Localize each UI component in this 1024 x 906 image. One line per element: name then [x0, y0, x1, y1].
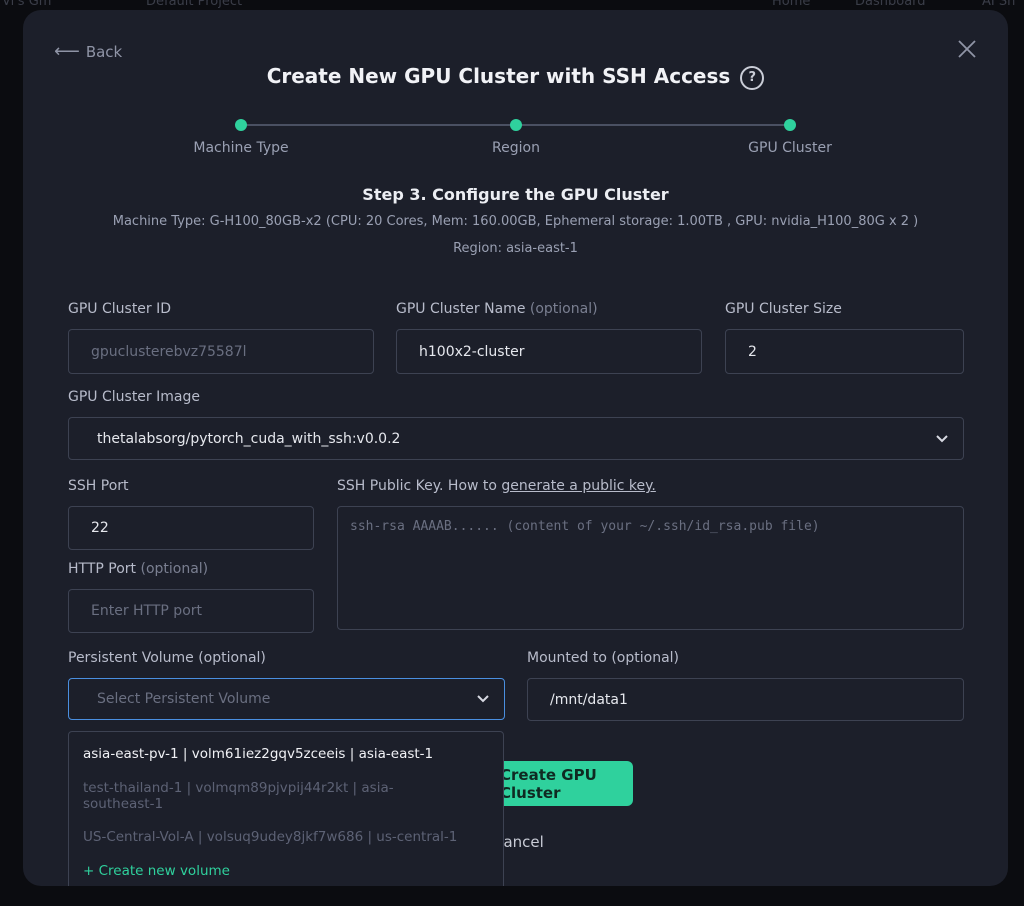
persistent-volume-placeholder: Select Persistent Volume [97, 691, 271, 707]
step-dot-machine-type [235, 119, 247, 131]
modal-title-text: Create New GPU Cluster with SSH Access [266, 64, 731, 88]
volume-option[interactable]: test-thailand-1 | volmqm89pjvpij44r2kt |… [83, 780, 423, 812]
cluster-name-input[interactable]: h100x2-cluster [396, 329, 702, 374]
step-label-gpu-cluster: GPU Cluster [748, 140, 832, 156]
bg-nav-project: Default Project [146, 0, 243, 9]
cluster-image-value: thetalabsorg/pytorch_cuda_with_ssh:v0.0.… [97, 430, 401, 447]
cluster-name-label-text: GPU Cluster Name [396, 301, 526, 317]
cluster-name-optional: (optional) [529, 301, 598, 317]
step-dot-gpu-cluster [784, 119, 796, 131]
cluster-name-label: GPU Cluster Name (optional) [396, 301, 598, 317]
bg-nav-link-dashboard: Dashboard [855, 0, 926, 9]
close-icon[interactable] [956, 38, 978, 60]
cluster-size-input[interactable]: 2 [725, 329, 964, 374]
cluster-id-input[interactable]: gpuclusterebvz75587l [68, 329, 374, 374]
create-volume-option[interactable]: + Create new volume [83, 863, 489, 879]
volume-option[interactable]: asia-east-pv-1 | volm61iez2gqv5zceeis | … [83, 746, 489, 762]
create-cluster-modal: ⟵ Back Create New GPU Cluster with SSH A… [23, 10, 1008, 886]
cluster-id-label: GPU Cluster ID [68, 301, 172, 317]
ssh-key-label: SSH Public Key. How to generate a public… [337, 478, 656, 494]
cluster-image-label: GPU Cluster Image [68, 389, 200, 405]
bg-nav-left: Vi's Gm [2, 0, 52, 9]
step-label-machine-type: Machine Type [193, 140, 289, 156]
volume-option[interactable]: US-Central-Vol-A | volsuq9udey8jkf7w686 … [83, 829, 489, 845]
arrow-left-icon: ⟵ [54, 41, 80, 62]
mounted-to-input[interactable]: /mnt/data1 [527, 678, 964, 721]
region-info: Region: asia-east-1 [453, 241, 578, 256]
back-label: Back [85, 42, 123, 61]
ssh-key-textarea[interactable]: ssh-rsa AAAAB...... (content of your ~/.… [337, 506, 964, 630]
chevron-down-icon [477, 695, 489, 703]
chevron-down-icon [936, 434, 948, 442]
http-port-label-text: HTTP Port [68, 561, 137, 577]
mounted-to-label: Mounted to (optional) [527, 650, 679, 666]
modal-title: Create New GPU Cluster with SSH Access? [23, 64, 1008, 90]
cluster-image-select[interactable]: thetalabsorg/pytorch_cuda_with_ssh:v0.0.… [68, 417, 964, 460]
http-port-input[interactable]: Enter HTTP port [68, 589, 314, 633]
bg-nav-link-home: Home [772, 0, 811, 9]
machine-info: Machine Type: G-H100_80GB-x2 (CPU: 20 Co… [112, 214, 919, 229]
ssh-key-label-text: SSH Public Key. How to [337, 478, 502, 494]
persistent-volume-select[interactable]: Select Persistent Volume [68, 678, 505, 720]
ssh-port-input[interactable]: 22 [68, 506, 314, 550]
back-link[interactable]: ⟵ Back [54, 41, 122, 62]
bg-nav-link-ai: AI Sh [982, 0, 1016, 9]
http-port-label: HTTP Port (optional) [68, 561, 208, 577]
persistent-volume-dropdown: asia-east-pv-1 | volm61iez2gqv5zceeis | … [68, 731, 504, 886]
step-title: Step 3. Configure the GPU Cluster [362, 185, 669, 204]
step-label-region: Region [492, 140, 540, 156]
help-icon[interactable]: ? [740, 65, 765, 90]
http-port-optional: (optional) [140, 561, 209, 577]
persistent-volume-label: Persistent Volume (optional) [68, 650, 266, 666]
step-dot-region [510, 119, 522, 131]
ssh-port-label: SSH Port [68, 478, 129, 494]
cluster-size-label: GPU Cluster Size [725, 301, 842, 317]
generate-key-link[interactable]: generate a public key. [501, 478, 655, 494]
